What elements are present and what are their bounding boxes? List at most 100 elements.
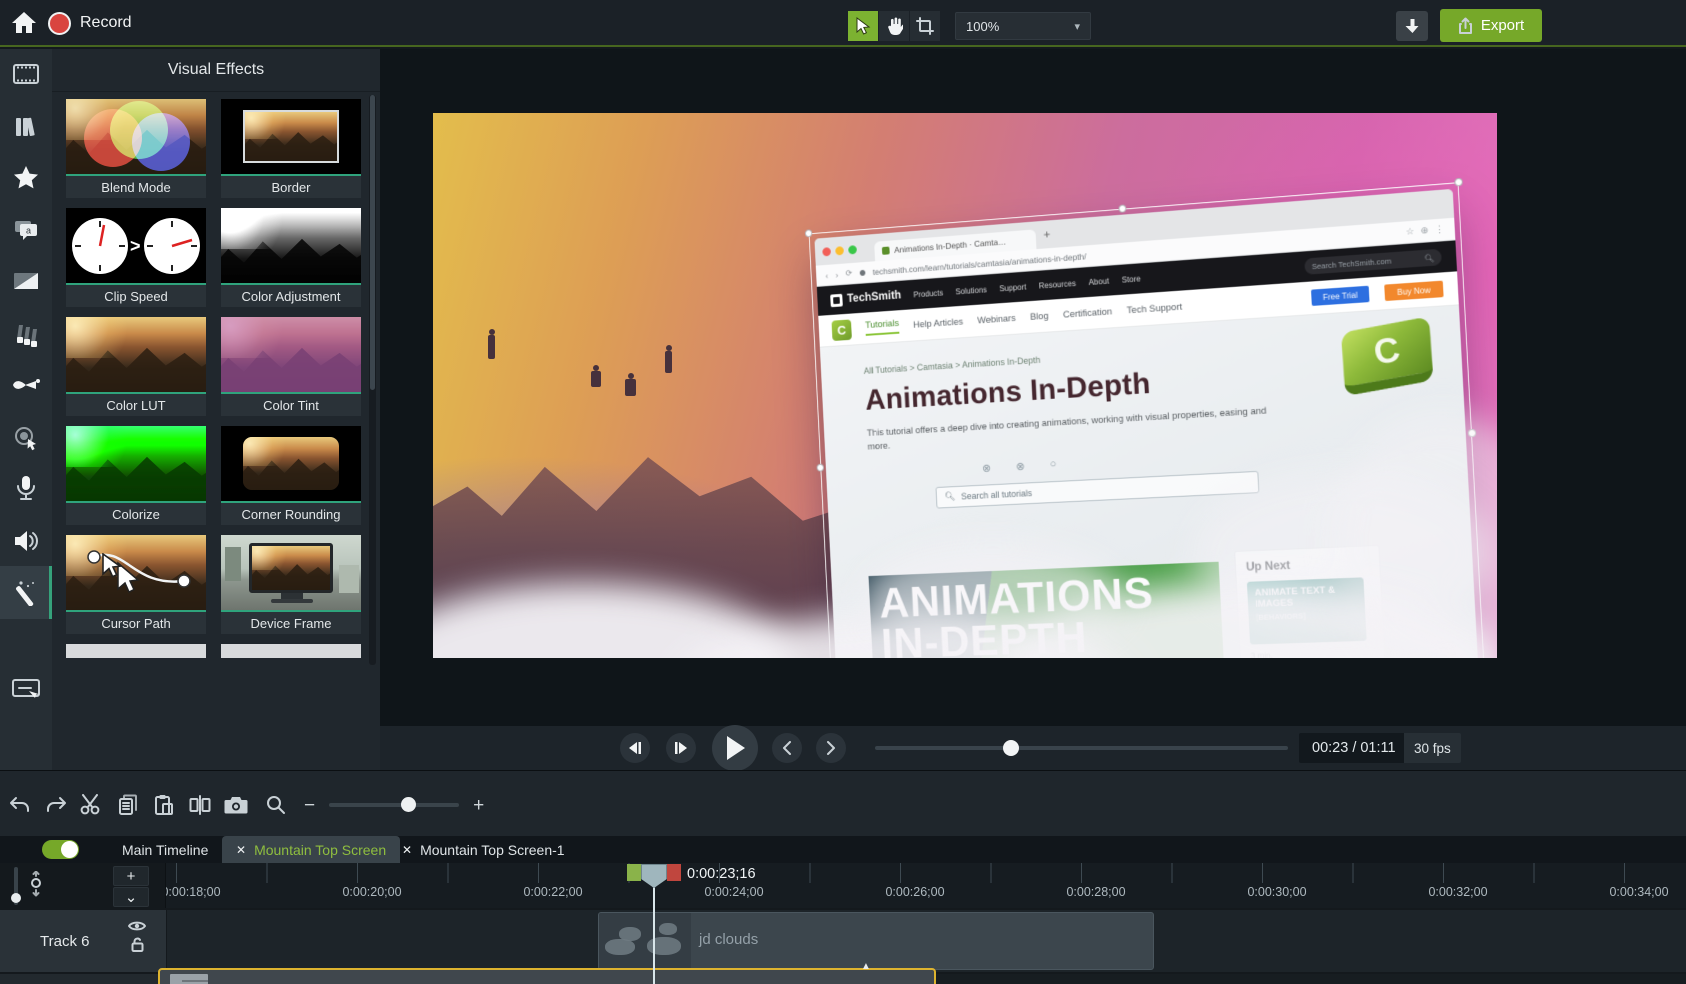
undo-button[interactable] <box>6 791 34 819</box>
split-button[interactable] <box>186 791 214 819</box>
sidebar-item-interactivity[interactable] <box>0 665 52 715</box>
sidebar-item-visual-effects[interactable] <box>0 566 52 619</box>
zoom-in-icon[interactable]: + <box>473 796 484 815</box>
copy-button[interactable] <box>114 791 142 819</box>
effects-scrollbar[interactable] <box>369 95 376 665</box>
sidebar-item-cursor-effects[interactable] <box>0 413 52 463</box>
sidebar-item-behaviors[interactable] <box>0 310 52 360</box>
sidebar-item-transitions[interactable] <box>0 256 52 306</box>
ruler-label: 0:00:22;00 <box>508 885 598 899</box>
selection-handle-n[interactable] <box>1118 204 1126 213</box>
sidebar-item-voice-narration[interactable] <box>0 463 52 513</box>
effects-grid: Blend Mode Border > Clip Speed Color Adj… <box>66 99 362 669</box>
annotations-icon: a <box>13 219 39 241</box>
tab-mountain-top-screen[interactable]: ✕ Mountain Top Screen <box>222 836 400 863</box>
timeline-ruler[interactable]: 0:00:18;00 0:00:20;00 0:00:22;00 0:00:24… <box>0 863 1686 908</box>
effect-clip-speed[interactable]: > Clip Speed <box>66 208 206 307</box>
close-icon[interactable]: ✕ <box>402 843 412 857</box>
preview-canvas[interactable]: Animations In-Depth · Camta… + ‹ › ⟳ tec… <box>380 49 1686 726</box>
panel-title: Visual Effects <box>52 49 380 92</box>
track-6-lane[interactable]: jd clouds ▲ <box>167 910 1686 972</box>
nav-link: About <box>1088 276 1109 286</box>
track-6-header[interactable]: Track 6 <box>0 910 166 972</box>
cut-button[interactable] <box>78 791 106 819</box>
playhead-out-marker[interactable] <box>667 864 681 881</box>
effect-blend-mode[interactable]: Blend Mode <box>66 99 206 198</box>
clip-fade-handle[interactable]: ▲ <box>861 961 871 972</box>
traffic-light-minimize <box>835 246 844 255</box>
tab-mountain-top-screen-1[interactable]: ✕ Mountain Top Screen-1 <box>388 836 579 863</box>
sidebar-item-audio-effects[interactable] <box>0 516 52 566</box>
zoom-out-icon[interactable]: − <box>304 796 315 815</box>
track-lock-icon[interactable] <box>131 937 144 952</box>
record-icon <box>48 12 71 35</box>
export-button[interactable]: Export <box>1440 9 1542 42</box>
ruler-label: 0:00:28;00 <box>1051 885 1141 899</box>
collapse-tracks-button[interactable]: ⌄ <box>113 887 149 907</box>
ruler-label: 0:00:32;00 <box>1413 885 1503 899</box>
track-5-header[interactable] <box>0 974 166 984</box>
media-icon <box>13 64 39 84</box>
effect-device-frame[interactable]: Device Frame <box>221 535 361 634</box>
playhead-line[interactable] <box>653 884 655 984</box>
sidebar-item-library[interactable] <box>0 102 52 152</box>
effect-partial-thumbnail[interactable] <box>221 644 361 658</box>
redo-button[interactable] <box>42 791 70 819</box>
playhead-in-marker[interactable] <box>627 864 641 881</box>
scrubber-knob[interactable] <box>1003 740 1019 756</box>
nav-link: Solutions <box>955 285 987 296</box>
timeline-zoom-button[interactable] <box>262 791 290 819</box>
play-button[interactable] <box>712 725 758 771</box>
select-tool-button[interactable] <box>848 11 878 41</box>
clip-jd-clouds[interactable]: jd clouds <box>598 912 1154 970</box>
add-track-button[interactable]: + <box>113 866 149 886</box>
sidebar-item-media[interactable] <box>0 49 52 99</box>
effect-corner-rounding[interactable]: Corner Rounding <box>221 426 361 525</box>
track-height-slider[interactable] <box>14 867 18 905</box>
crop-tool-button[interactable] <box>910 11 940 41</box>
clip-thumbnail <box>170 974 208 984</box>
track-visibility-icon[interactable] <box>128 920 146 932</box>
effect-cursor-path[interactable]: Cursor Path <box>66 535 206 634</box>
svg-text:a: a <box>26 226 31 236</box>
sidebar-item-favorites[interactable] <box>0 152 52 202</box>
sidebar-item-animations[interactable] <box>0 360 52 410</box>
selection-handle-w[interactable] <box>816 464 824 472</box>
download-button[interactable] <box>1396 11 1428 41</box>
share-icon <box>1458 17 1473 34</box>
paste-button[interactable] <box>150 791 178 819</box>
effect-border[interactable]: Border <box>221 99 361 198</box>
tab-main-timeline[interactable]: Main Timeline <box>108 836 222 863</box>
effect-colorize[interactable]: Colorize <box>66 426 206 525</box>
canvas-zoom-select[interactable]: 100% ▾ <box>955 12 1091 40</box>
effect-thumbnail <box>66 426 206 503</box>
nav-link: Help Articles <box>913 316 963 330</box>
effect-thumbnail <box>221 426 361 503</box>
ruler-label: 0:00:34;00 <box>1594 885 1684 899</box>
effect-color-adjustment[interactable]: Color Adjustment <box>221 208 361 307</box>
timeline-toggle[interactable] <box>42 840 79 859</box>
timeline-zoom-slider[interactable] <box>329 803 459 807</box>
effect-color-tint[interactable]: Color Tint <box>221 317 361 416</box>
effect-partial-thumbnail[interactable] <box>66 644 206 658</box>
selection-handle-nw[interactable] <box>805 229 813 237</box>
pan-tool-button[interactable] <box>879 11 909 41</box>
screenshot-button[interactable] <box>222 791 250 819</box>
scrubber-track[interactable] <box>875 746 1288 750</box>
mouse-pointer <box>100 553 122 579</box>
previous-frame-button[interactable] <box>620 733 650 763</box>
chevron-left-icon <box>782 741 792 755</box>
next-clip-button[interactable] <box>816 733 846 763</box>
record-button[interactable]: Record <box>48 8 132 38</box>
close-icon[interactable]: ✕ <box>236 843 246 857</box>
timeline-zoom-knob[interactable] <box>401 797 416 812</box>
effect-color-lut[interactable]: Color LUT <box>66 317 206 416</box>
clip-label: jd clouds <box>699 931 758 948</box>
effect-thumbnail <box>66 317 206 394</box>
previous-clip-button[interactable] <box>772 733 802 763</box>
home-button[interactable] <box>8 8 40 38</box>
selection-handle-ne[interactable] <box>1454 178 1463 187</box>
sidebar-item-annotations[interactable]: a <box>0 205 52 255</box>
selected-clip-partial[interactable] <box>158 968 936 984</box>
next-frame-button[interactable] <box>666 733 696 763</box>
